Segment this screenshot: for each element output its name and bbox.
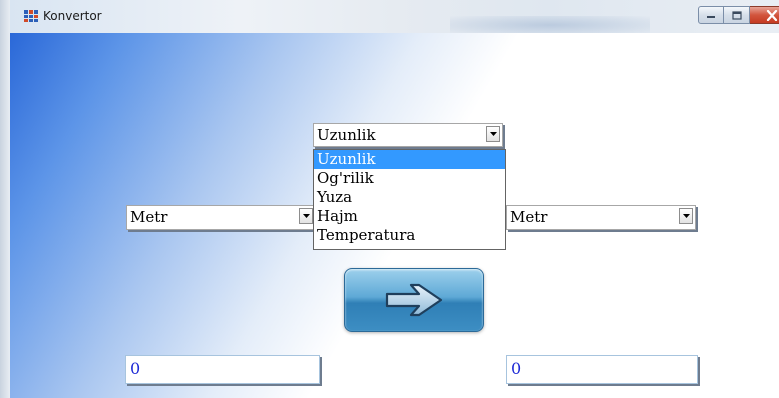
category-option-temperatura[interactable]: Temperatura — [314, 226, 505, 245]
category-select[interactable]: Uzunlik — [313, 123, 503, 147]
window-title: Konvertor — [43, 9, 102, 23]
to-unit-dropdown-button[interactable] — [679, 208, 693, 224]
title-bar[interactable]: Konvertor — [10, 0, 779, 34]
close-button[interactable] — [750, 6, 779, 24]
window-left-edge — [0, 0, 10, 398]
konvertor-window: Konvertor Uzunlik Metr Metr Uzunlik Og'r… — [0, 0, 779, 398]
from-unit-dropdown-button[interactable] — [299, 208, 313, 224]
category-select-value: Uzunlik — [317, 126, 376, 144]
category-option-hajm[interactable]: Hajm — [314, 207, 505, 226]
title-bar-glow — [450, 16, 650, 34]
from-value-text: 0 — [130, 359, 141, 378]
minimize-button[interactable] — [698, 6, 724, 24]
category-dropdown-button[interactable] — [486, 126, 500, 142]
from-unit-select[interactable]: Metr — [126, 205, 316, 230]
minimize-icon — [707, 16, 715, 18]
maximize-icon — [731, 10, 742, 20]
category-option-ogirlik[interactable]: Og'rilik — [314, 169, 505, 188]
to-value-text: 0 — [511, 359, 522, 378]
chevron-down-icon — [682, 214, 690, 218]
app-grid-icon — [24, 10, 38, 22]
from-unit-value: Metr — [130, 208, 168, 226]
chevron-down-icon — [489, 132, 497, 136]
chevron-down-icon — [302, 214, 310, 218]
to-unit-value: Metr — [510, 208, 548, 226]
maximize-button[interactable] — [724, 6, 750, 24]
category-option-yuza[interactable]: Yuza — [314, 188, 505, 207]
convert-button[interactable] — [344, 268, 484, 332]
right-arrow-icon — [385, 283, 443, 317]
to-unit-select[interactable]: Metr — [506, 205, 696, 230]
from-value-input[interactable]: 0 — [125, 355, 320, 384]
category-dropdown-list: Uzunlik Og'rilik Yuza Hajm Temperatura — [313, 149, 506, 250]
close-icon — [766, 9, 777, 21]
window-controls — [698, 6, 779, 26]
category-option-uzunlik[interactable]: Uzunlik — [314, 150, 505, 169]
to-value-input[interactable]: 0 — [506, 355, 698, 384]
